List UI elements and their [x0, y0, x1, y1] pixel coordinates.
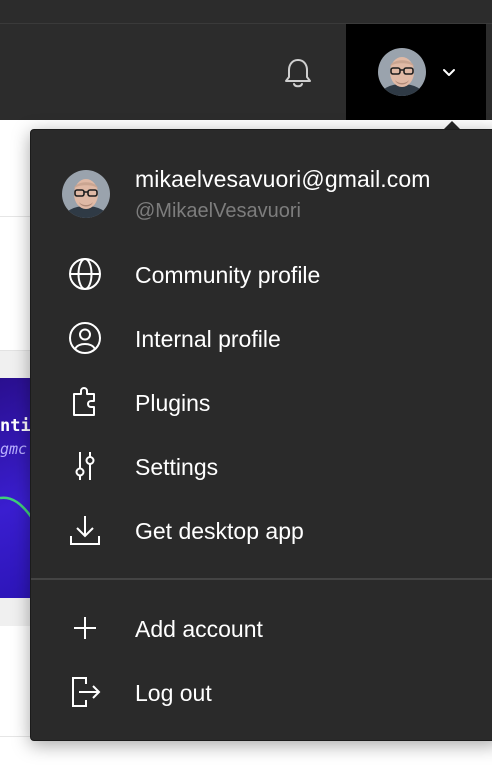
menu-divider	[31, 578, 492, 580]
menu-item-label: Log out	[135, 680, 212, 706]
notifications-button[interactable]	[282, 56, 314, 90]
menu-item-add-account[interactable]: Add account	[31, 596, 492, 660]
user-circle-icon	[69, 322, 101, 354]
account-dropdown-menu: mikaelvesavuori@gmail.com @MikaelVesavuo…	[30, 129, 492, 741]
chevron-down-icon	[443, 69, 455, 76]
thumbnail-text: nti	[0, 416, 31, 436]
globe-icon	[69, 258, 101, 290]
bell-icon	[285, 59, 311, 88]
menu-item-community-profile[interactable]: Community profile	[31, 242, 492, 306]
download-icon	[70, 516, 100, 545]
menu-item-label: Settings	[135, 454, 219, 480]
menu-item-label: Get desktop app	[135, 518, 304, 544]
plus-icon	[74, 617, 96, 639]
account-header[interactable]: mikaelvesavuori@gmail.com @MikaelVesavuo…	[31, 130, 492, 246]
account-email: mikaelvesavuori@gmail.com	[135, 166, 431, 192]
menu-item-label: Internal profile	[135, 326, 281, 352]
window-top-strip	[0, 0, 492, 24]
menu-item-settings[interactable]: Settings	[31, 434, 492, 498]
avatar	[378, 48, 426, 96]
menu-item-plugins[interactable]: Plugins	[31, 370, 492, 434]
menu-item-label: Plugins	[135, 390, 211, 416]
account-menu-button[interactable]	[346, 24, 486, 120]
menu-item-get-desktop-app[interactable]: Get desktop app	[31, 498, 492, 562]
menu-item-internal-profile[interactable]: Internal profile	[31, 306, 492, 370]
puzzle-icon	[73, 387, 95, 416]
menu-item-label: Community profile	[135, 262, 321, 288]
logout-icon	[72, 677, 101, 707]
avatar	[62, 170, 110, 218]
menu-item-label: Add account	[135, 616, 263, 642]
menu-item-log-out[interactable]: Log out	[31, 660, 492, 724]
sliders-icon	[75, 452, 95, 480]
account-handle: @MikaelVesavuori	[135, 200, 301, 222]
